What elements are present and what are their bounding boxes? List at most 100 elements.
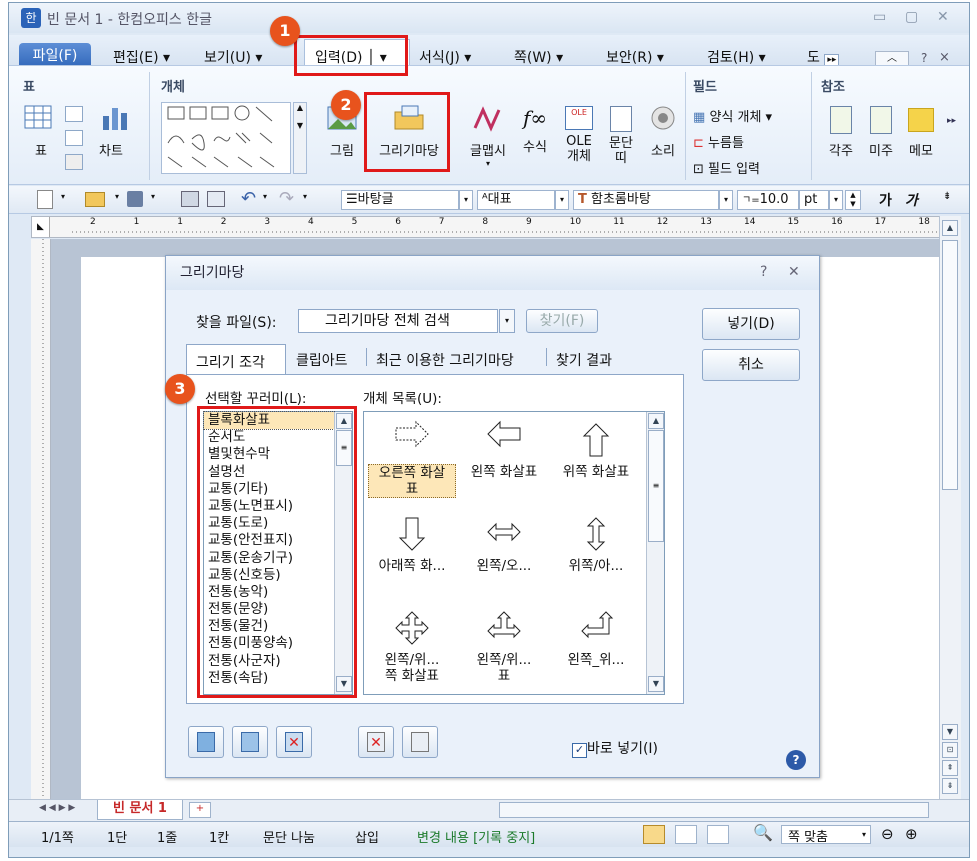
open-folder-icon[interactable] xyxy=(85,192,105,207)
lang-select[interactable]: ᴬ대표 xyxy=(477,190,555,210)
ruler-corner-icon[interactable]: ◣ xyxy=(32,217,50,237)
scroll-up-icon[interactable]: ▲ xyxy=(942,220,958,236)
scroll-thumb[interactable]: ≡ xyxy=(648,430,664,542)
find-dropdown-icon[interactable]: ▾ xyxy=(499,309,515,333)
print-icon[interactable] xyxy=(181,191,199,207)
status-track[interactable]: 변경 내용 [기록 중지] xyxy=(417,827,535,846)
clickhere-button[interactable]: ⊏ 누름틀 xyxy=(693,132,744,151)
delete-object-button[interactable]: ✕ xyxy=(358,726,394,758)
view-outline-icon[interactable] xyxy=(675,825,697,844)
save-icon[interactable] xyxy=(127,191,143,207)
scroll-down-icon[interactable]: ▼ xyxy=(942,724,958,740)
vertical-ruler[interactable] xyxy=(31,239,51,799)
help-icon[interactable]: ? xyxy=(786,750,806,770)
zoom-select[interactable]: 쪽 맞춤 ▾ xyxy=(781,825,871,845)
close-doc-icon[interactable]: × xyxy=(939,50,950,65)
menu-page[interactable]: 쪽(W) ▾ xyxy=(514,47,563,67)
find-input[interactable]: 그리기마당 전체 검색 xyxy=(298,309,498,333)
object-item[interactable]: 왼쪽/오... xyxy=(460,514,548,574)
textart-button[interactable]: 글맵시 ▾ xyxy=(465,104,511,176)
vertical-scrollbar[interactable]: ▲ ▼ ⊡ ⇞ ⇟ xyxy=(939,216,961,799)
char-button[interactable]: 문단 띠 xyxy=(601,104,641,178)
calc-icon[interactable] xyxy=(65,154,83,170)
chevron-down-icon[interactable]: ▾ xyxy=(263,192,267,201)
endnote-button[interactable]: 미주 xyxy=(861,104,901,168)
help-icon[interactable]: ? xyxy=(921,51,927,65)
page-nav-icon[interactable]: ⇞ xyxy=(942,760,958,776)
footnote-button[interactable]: 각주 xyxy=(821,104,861,168)
object-properties-button[interactable] xyxy=(402,726,438,758)
table-button[interactable]: 표 xyxy=(23,104,59,168)
horizontal-ruler[interactable]: ◣ 2 1 1 2 3 4 5 6 7 8 9 10 11 12 13 14 15 16 17 18 xyxy=(31,216,951,238)
chevron-down-icon[interactable]: ▾ xyxy=(303,192,307,201)
object-item-selected[interactable]: 오른쪽 화살 표 xyxy=(368,420,456,498)
menu-edit[interactable]: 편집(E) ▾ xyxy=(113,47,170,67)
zoom-in-icon[interactable]: ⊕ xyxy=(905,825,918,843)
redo-icon[interactable]: ↷ xyxy=(279,188,294,209)
font-select[interactable]: T 함초롬바탕 xyxy=(573,190,719,210)
size-spinner[interactable]: ▲ ▼ xyxy=(845,190,861,210)
help-icon[interactable]: ? xyxy=(760,264,767,280)
horizontal-scrollbar[interactable] xyxy=(499,802,929,818)
new-tab-icon[interactable]: + xyxy=(189,802,211,818)
direct-insert-checkbox[interactable]: ✓ 바로 넣기(I) xyxy=(572,738,658,758)
eraser-icon[interactable] xyxy=(65,130,83,146)
preview-icon[interactable] xyxy=(207,191,225,207)
object-list[interactable]: 오른쪽 화살 표 왼쪽 화살표 위쪽 화살표 아래쪽 화... 왼쪽/오... 위쪽/아.… xyxy=(363,411,665,695)
italic-button[interactable]: 가 xyxy=(905,190,918,210)
minimize-button[interactable]: ▭ xyxy=(873,9,886,25)
zoom-icon[interactable]: 🔍 xyxy=(753,823,773,842)
edit-package-button[interactable] xyxy=(232,726,268,758)
object-item[interactable]: 위쪽/아... xyxy=(552,514,640,574)
menu-format[interactable]: 서식(J) ▾ xyxy=(419,47,471,67)
form-object-button[interactable]: ▦ 양식 개체 ▾ xyxy=(693,106,772,125)
zoom-out-icon[interactable]: ⊖ xyxy=(881,825,894,843)
object-item[interactable]: 왼쪽/위... 쪽 화살표 xyxy=(368,608,456,684)
shapes-gallery[interactable] xyxy=(161,102,291,174)
tab-recent[interactable]: 최근 이용한 그리기마당 xyxy=(376,350,514,370)
scroll-up-icon[interactable]: ▲ xyxy=(648,413,664,429)
add-to-package-button[interactable] xyxy=(188,726,224,758)
pencil-table-icon[interactable] xyxy=(65,106,83,122)
menu-security[interactable]: 보안(R) ▾ xyxy=(606,47,664,67)
unit-dropdown[interactable]: ▾ xyxy=(829,190,843,210)
chevron-down-icon[interactable]: ▾ xyxy=(151,192,155,201)
size-input[interactable]: ㄱ=10.0 xyxy=(737,190,799,210)
style-select[interactable]: ☰바탕글 xyxy=(341,190,459,210)
next-page-icon[interactable]: ⇟ xyxy=(942,778,958,794)
view-page-icon[interactable] xyxy=(707,825,729,844)
chart-button[interactable]: 차트 xyxy=(99,104,139,168)
object-item[interactable]: 왼쪽/위... 표 xyxy=(460,608,548,684)
chevron-down-icon[interactable]: ▾ xyxy=(61,192,65,201)
prev-page-icon[interactable]: ⊡ xyxy=(942,742,958,758)
shapes-gallery-scroll[interactable]: ▲ ▼ xyxy=(293,102,307,174)
tab-search-results[interactable]: 찾기 결과 xyxy=(556,350,612,370)
doc-tab[interactable]: 빈 문서 1 xyxy=(97,800,183,820)
bold-button[interactable]: 가 xyxy=(879,190,892,210)
ole-button[interactable]: OLE OLE 개체 xyxy=(559,104,599,178)
undo-icon[interactable]: ↶ xyxy=(241,188,256,209)
menu-view[interactable]: 보기(U) ▾ xyxy=(204,47,262,67)
field-input-button[interactable]: ⊡ 필드 입력 xyxy=(693,158,760,177)
ribbon-more-icon[interactable]: ▸▸ xyxy=(947,116,956,126)
object-item[interactable]: 왼쪽_위... xyxy=(552,608,640,668)
object-item[interactable]: 왼쪽 화살표 xyxy=(460,420,548,480)
scroll-thumb[interactable] xyxy=(942,240,958,490)
cancel-button[interactable]: 취소 xyxy=(702,349,800,381)
toolbar-more-icon[interactable]: ⇟ xyxy=(943,191,951,202)
new-doc-icon[interactable] xyxy=(37,190,53,209)
lang-dropdown[interactable]: ▾ xyxy=(555,190,569,210)
unit-select[interactable]: pt xyxy=(799,190,829,210)
maximize-button[interactable]: ▢ xyxy=(905,9,918,25)
chevron-down-icon[interactable]: ▾ xyxy=(115,192,119,201)
view-normal-icon[interactable] xyxy=(643,825,665,844)
style-dropdown[interactable]: ▾ xyxy=(459,190,473,210)
close-icon[interactable]: ✕ xyxy=(788,264,800,280)
equation-button[interactable]: f∞ 수식 xyxy=(515,104,555,168)
scroll-down-icon[interactable]: ▼ xyxy=(648,676,664,692)
tab-clipart[interactable]: 클립아트 xyxy=(296,350,348,370)
tab-nav-icon[interactable]: ◀ ◀ ▶ ▶ xyxy=(39,803,75,813)
memo-button[interactable]: 메모 xyxy=(901,104,941,168)
delete-package-button[interactable]: ✕ xyxy=(276,726,312,758)
sound-button[interactable]: 소리 xyxy=(643,104,683,168)
